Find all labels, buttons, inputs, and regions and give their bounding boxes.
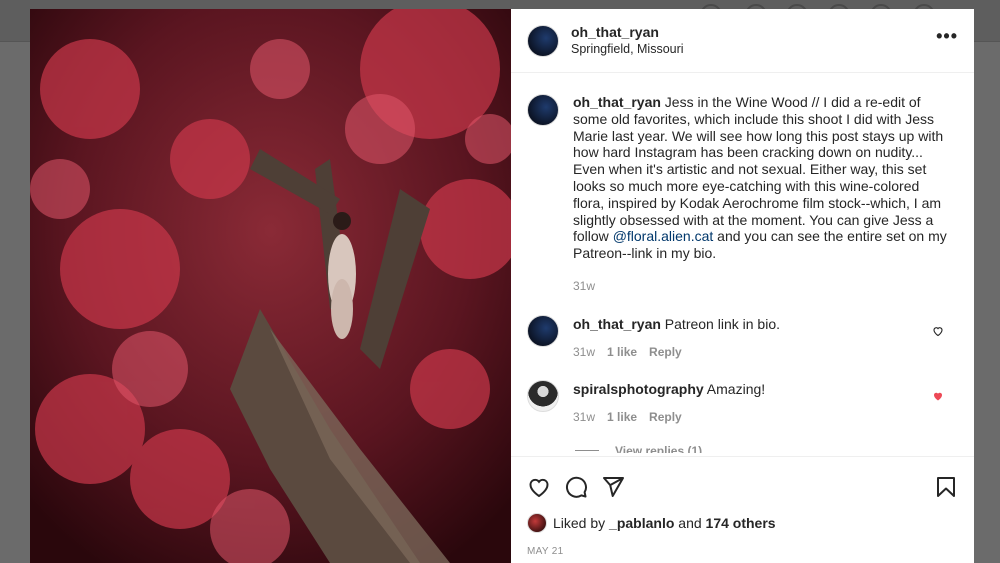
likes-others-link[interactable]: 174 others: [706, 515, 776, 531]
post-header: oh_that_ryan Springfield, Missouri •••: [511, 9, 974, 73]
post-modal: oh_that_ryan Springfield, Missouri ••• o…: [30, 9, 974, 563]
liked-by-mid: and: [674, 515, 706, 531]
comment-liked-heart-icon[interactable]: [932, 390, 944, 402]
liker-avatar[interactable]: [527, 513, 547, 533]
bookmark-icon[interactable]: [934, 475, 958, 499]
liked-by-prefix: Liked by: [553, 515, 610, 531]
caption-text: Jess in the Wine Wood // I did a re-edit…: [573, 94, 944, 245]
comment-text: Patreon link in bio.: [660, 315, 780, 332]
caption-time[interactable]: 31w: [573, 278, 595, 295]
comment-item: spiralsphotography Amazing! 31w 1 like R…: [527, 380, 958, 426]
liker-username[interactable]: _pablanlo: [609, 515, 674, 531]
comment-likes[interactable]: 1 like: [607, 409, 637, 426]
caption-username[interactable]: oh_that_ryan: [573, 94, 661, 110]
view-replies-button[interactable]: View replies (1): [575, 444, 958, 453]
post-details-panel: oh_that_ryan Springfield, Missouri ••• o…: [511, 9, 974, 563]
comment-like-heart-icon[interactable]: [932, 325, 944, 337]
comment-likes[interactable]: 1 like: [607, 344, 637, 361]
mention-link[interactable]: @floral.alien.cat: [613, 228, 714, 244]
share-icon[interactable]: [601, 475, 625, 499]
comment-username[interactable]: spiralsphotography: [573, 381, 704, 397]
comment-username[interactable]: oh_that_ryan: [573, 316, 661, 332]
replies-divider: [575, 450, 599, 452]
comment-time[interactable]: 31w: [573, 344, 595, 361]
comment-text: Amazing!: [703, 381, 766, 398]
heart-icon[interactable]: [527, 475, 551, 499]
view-replies-label[interactable]: View replies (1): [615, 444, 702, 453]
more-options-icon[interactable]: •••: [936, 27, 958, 45]
comment-time[interactable]: 31w: [573, 409, 595, 426]
likes-summary: Liked by _pablanlo and 174 others: [527, 513, 958, 533]
author-avatar[interactable]: [527, 24, 559, 57]
reply-button[interactable]: Reply: [649, 409, 682, 426]
commenter-avatar[interactable]: [527, 314, 559, 347]
comment-item: oh_that_ryan Patreon link in bio. 31w 1 …: [527, 314, 958, 361]
post-photo: [30, 9, 511, 563]
comment-icon[interactable]: [564, 475, 588, 499]
post-photo-image: [30, 9, 511, 563]
comments-list[interactable]: oh_that_ryan Jess in the Wine Wood // I …: [511, 74, 974, 453]
post-actions: Liked by _pablanlo and 174 others MAY 21: [511, 456, 974, 563]
post-location[interactable]: Springfield, Missouri: [571, 41, 684, 58]
commenter-avatar[interactable]: [527, 380, 559, 413]
caption: oh_that_ryan Jess in the Wine Wood // I …: [527, 94, 958, 295]
post-date[interactable]: MAY 21: [527, 546, 958, 557]
author-avatar[interactable]: [527, 94, 559, 126]
reply-button[interactable]: Reply: [649, 344, 682, 361]
author-username[interactable]: oh_that_ryan: [571, 24, 684, 41]
